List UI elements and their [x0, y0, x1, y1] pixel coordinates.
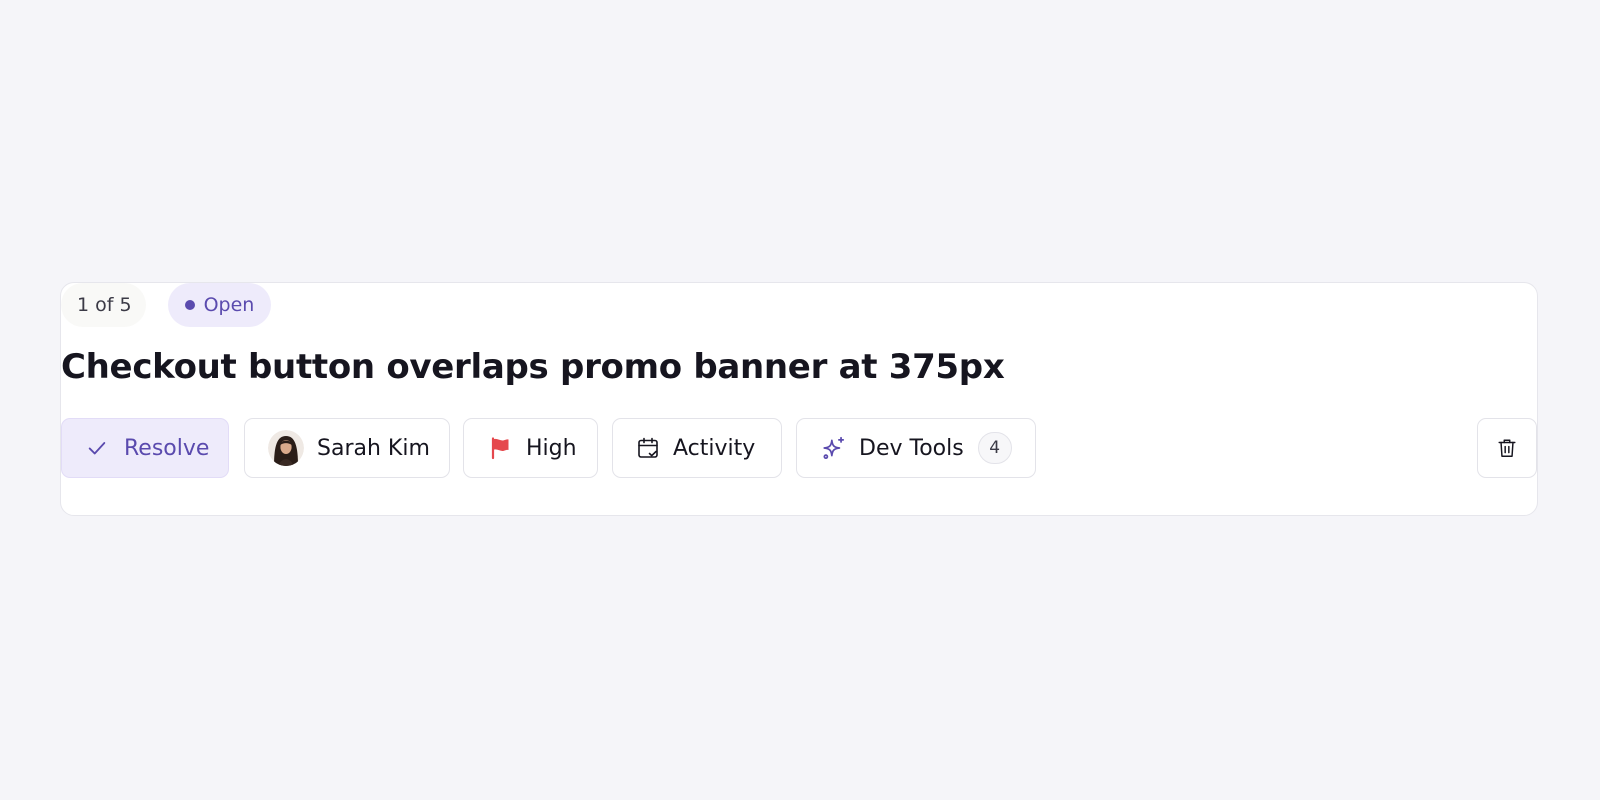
activity-button[interactable]: Activity: [612, 418, 782, 478]
avatar: [268, 430, 304, 466]
dev-tools-count-badge: 4: [977, 432, 1012, 464]
issue-title: Checkout button overlaps promo banner at…: [61, 347, 1005, 387]
delete-button[interactable]: [1477, 418, 1537, 478]
issue-counter: 1 of 5: [61, 283, 146, 327]
check-icon: [86, 437, 108, 459]
calendar-check-icon: [636, 436, 660, 460]
dev-tools-button[interactable]: Dev Tools 4: [796, 418, 1036, 478]
status-label: Open: [203, 294, 255, 316]
status-dot: [184, 300, 195, 310]
issue-meta-row: 1 of 5 Open: [61, 283, 272, 327]
flag-icon: [488, 436, 512, 460]
priority-label: High: [526, 435, 577, 461]
dev-tools-label: Dev Tools: [859, 435, 964, 461]
status-badge[interactable]: Open: [167, 283, 272, 327]
resolve-label: Resolve: [124, 435, 210, 461]
resolve-button[interactable]: Resolve: [61, 418, 229, 478]
assignee-button[interactable]: Sarah Kim: [244, 418, 450, 478]
priority-button[interactable]: High: [463, 418, 598, 478]
assignee-name: Sarah Kim: [317, 435, 430, 461]
sparkles-icon: [821, 435, 847, 461]
issue-card: 1 of 5 Open Checkout button overlaps pro…: [60, 282, 1538, 516]
trash-icon: [1496, 437, 1518, 459]
activity-label: Activity: [673, 435, 756, 461]
issue-actions: Resolve Sarah Kim High Activity Dev Tool…: [61, 418, 1537, 478]
